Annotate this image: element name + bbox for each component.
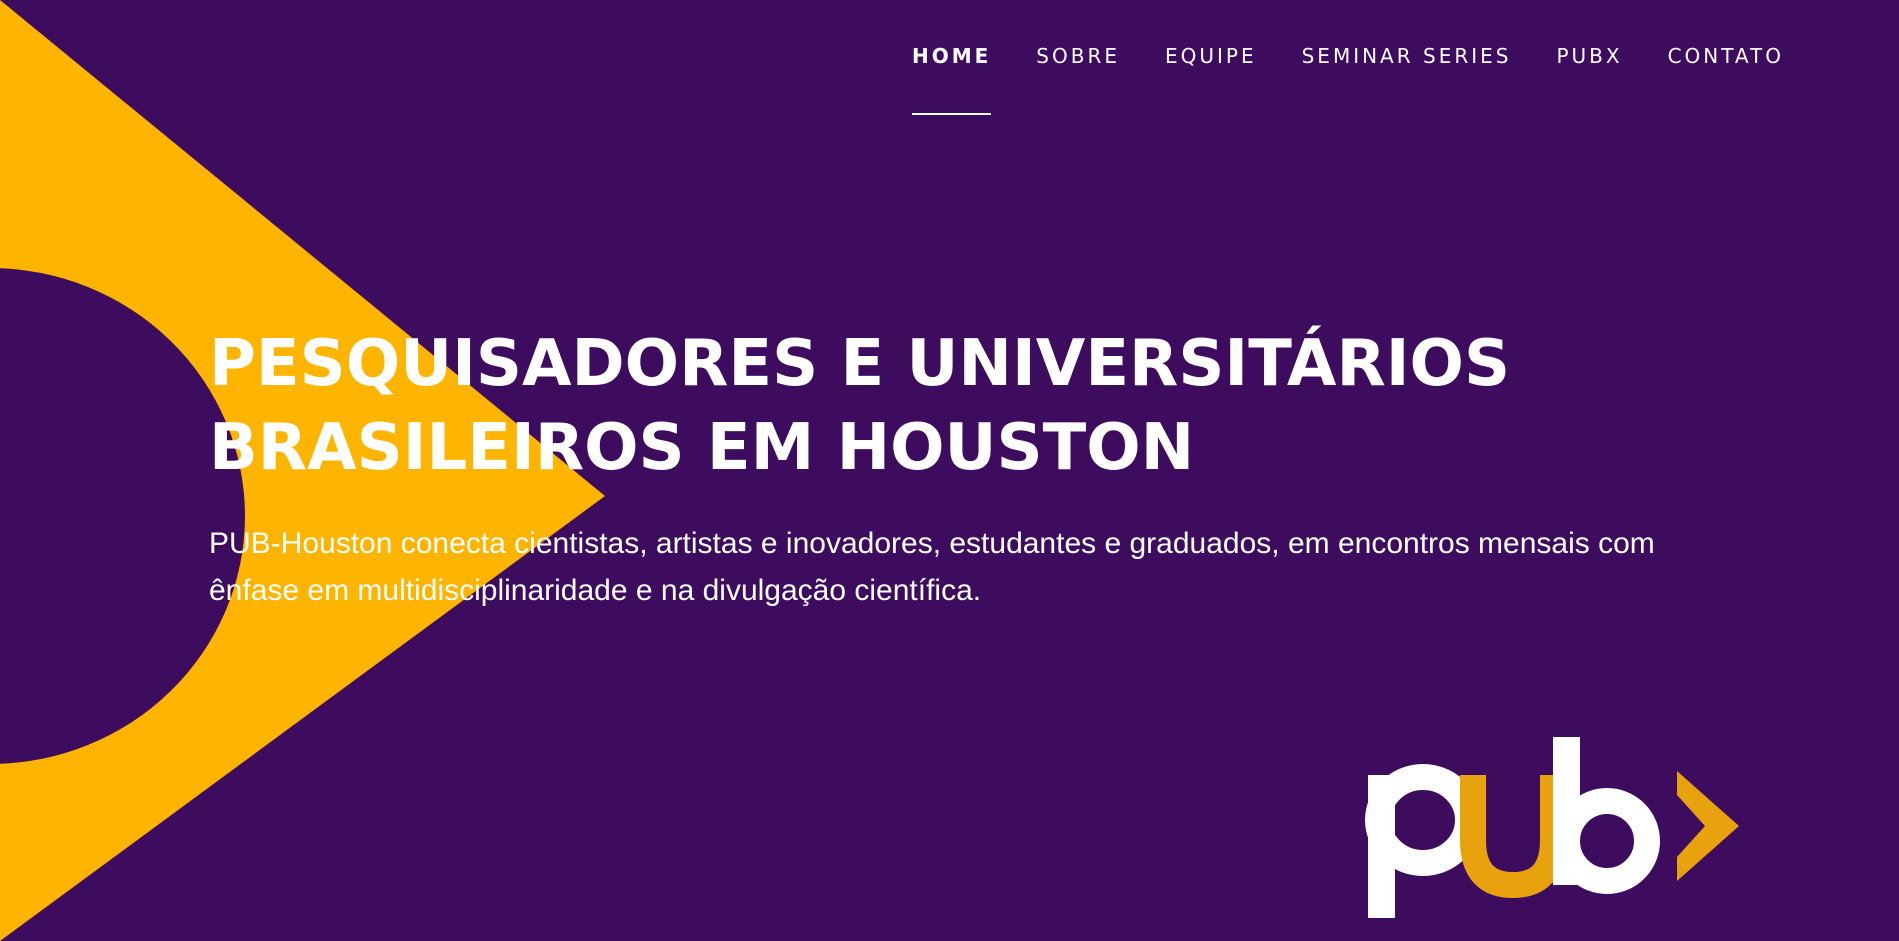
pub-logo-text: pub [1365,735,1367,736]
nav-item-equipe[interactable]: EQUIPE [1165,0,1257,115]
hero-subtitle: PUB-Houston conecta cientistas, artistas… [209,527,1655,607]
nav-item-sobre[interactable]: SOBRE [1036,0,1120,115]
nav-item-equipe-label: EQUIPE [1164,44,1257,68]
nav-item-pubx[interactable]: PUBX [1556,0,1622,115]
nav-item-sobre-label: SOBRE [1036,44,1120,68]
hero-title: PESQUISADORES E UNIVERSITÁRIOS BRASILEIR… [209,322,1709,490]
main-navigation: HOME SOBRE EQUIPE SEMINAR SERIES PUBX CO… [867,0,1784,115]
nav-item-contato[interactable]: CONTATO [1668,0,1784,115]
hero-page: HOME SOBRE EQUIPE SEMINAR SERIES PUBX CO… [0,0,1899,941]
hero-title-line-1: PESQUISADORES E UNIVERSITÁRIOS [209,327,1511,401]
nav-item-seminar-series-label: SEMINAR SERIES [1301,44,1512,68]
nav-item-seminar-series[interactable]: SEMINAR SERIES [1302,0,1512,115]
nav-item-contato-label: CONTATO [1667,44,1784,68]
nav-item-pubx-label: PUBX [1556,44,1623,68]
nav-item-home[interactable]: HOME [911,0,992,115]
active-nav-underline [911,113,992,115]
hero-title-line-2: BRASILEIROS EM HOUSTON [209,411,1195,485]
hero-section: PESQUISADORES E UNIVERSITÁRIOS BRASILEIR… [209,322,1709,614]
nav-item-home-label: HOME [911,44,992,68]
pub-logo: pub [1365,735,1739,918]
